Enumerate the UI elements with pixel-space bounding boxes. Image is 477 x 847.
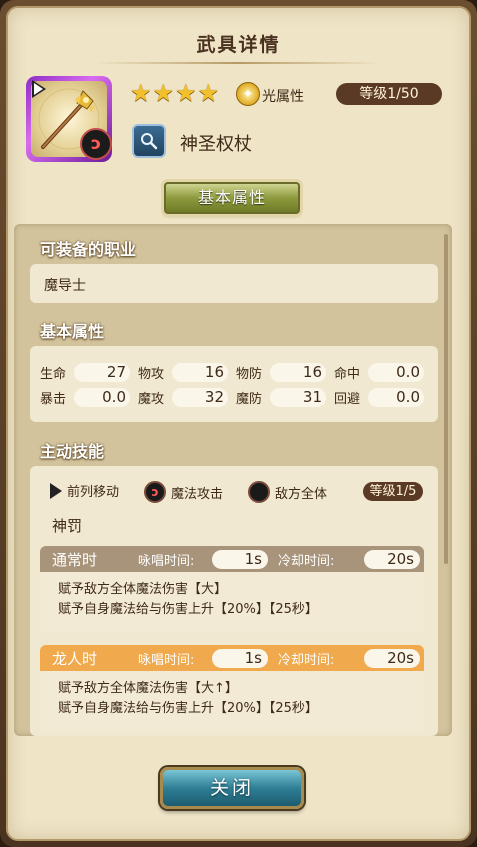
cast-time-label: 咏唱时间:	[138, 652, 195, 668]
skill-attack-label: 魔法攻击	[171, 486, 224, 502]
section-heading-stats: 基本属性	[40, 322, 105, 341]
title-divider	[96, 62, 381, 64]
move-front-icon	[50, 482, 62, 499]
job-box	[30, 264, 438, 303]
skill-move: 前列移动	[50, 481, 119, 500]
stat-label: 魔攻	[138, 392, 165, 407]
stats-box	[30, 346, 438, 422]
star-icon: ★	[197, 79, 220, 107]
all-enemies-icon: ●	[248, 481, 270, 503]
stat-value: 0.0	[368, 388, 424, 407]
close-button[interactable]: 关闭	[160, 767, 304, 809]
stat-value: 27	[74, 363, 130, 382]
description-line: 赋予敌方全体魔法伤害【大】	[58, 582, 228, 597]
magic-attack-icon: ↄ	[144, 481, 166, 503]
magic-element-icon: ↄ	[80, 128, 112, 160]
skill-card-header: 龙人时 咏唱时间: 1s 冷却时间: 20s	[40, 645, 424, 671]
skill-target-label: 敌方全体	[275, 486, 328, 502]
cooldown-value: 20s	[364, 648, 420, 668]
stat-label: 生命	[40, 367, 67, 382]
description-line: 赋予自身魔法给与伤害上升【20%】【25秒】	[58, 602, 318, 617]
rarity-play-icon	[32, 80, 46, 98]
dialog-title: 武具详情	[196, 34, 281, 56]
stats-row: 生命 27 物攻 16 物防 16 命中 0.0	[40, 363, 432, 382]
stat-label: 魔防	[236, 392, 263, 407]
skill-attack-type: ↄ 魔法攻击	[144, 481, 223, 503]
stat-label: 物攻	[138, 367, 165, 382]
stat-value: 31	[270, 388, 326, 407]
stat-value: 0.0	[74, 388, 130, 407]
stat-label: 物防	[236, 367, 263, 382]
mage-class-icon	[132, 124, 166, 158]
mode-label: 龙人时	[52, 649, 98, 668]
cast-time-value: 1s	[212, 549, 268, 569]
panel-scrollbar[interactable]	[444, 234, 448, 564]
star-icon: ★	[152, 79, 175, 107]
section-heading-job: 可装备的职业	[40, 240, 137, 259]
weapon-level-badge: 等级1/50	[336, 83, 442, 105]
description-line: 赋予自身魔法给与伤害上升【20%】【25秒】	[58, 701, 318, 716]
skill-move-label: 前列移动	[67, 485, 120, 500]
mode-label: 通常时	[52, 550, 98, 569]
stat-value: 16	[172, 363, 228, 382]
skill-level-badge: 等级1/5	[363, 482, 423, 501]
star-icon: ★	[175, 79, 197, 107]
skill-description: 赋予敌方全体魔法伤害【大】 赋予自身魔法给与伤害上升【20%】【25秒】	[40, 572, 424, 620]
stat-value: 32	[172, 388, 228, 407]
stat-value: 16	[270, 363, 326, 382]
tab-basic-attributes[interactable]: 基本属性	[164, 182, 300, 214]
skill-target: ● 敌方全体	[248, 481, 327, 503]
job-value: 魔导士	[44, 278, 86, 294]
stat-label: 回避	[334, 392, 361, 407]
skill-name: 神罚	[52, 517, 83, 535]
stats-row: 暴击 0.0 魔攻 32 魔防 31 回避 0.0	[40, 388, 432, 407]
skill-card-dragon: 龙人时 咏唱时间: 1s 冷却时间: 20s 赋予敌方全体魔法伤害【大↑】 赋予…	[40, 645, 424, 731]
weapon-name: 神圣权杖	[180, 134, 252, 155]
magnifier-staff-icon	[141, 133, 158, 150]
skill-description: 赋予敌方全体魔法伤害【大↑】 赋予自身魔法给与伤害上升【20%】【25秒】	[40, 671, 424, 719]
cast-time-value: 1s	[212, 648, 268, 668]
stat-value: 0.0	[368, 363, 424, 382]
attribute-label: 光属性	[262, 89, 304, 105]
stat-label: 命中	[334, 367, 361, 382]
cooldown-value: 20s	[364, 549, 420, 569]
star-icon: ★	[130, 79, 152, 107]
cast-time-label: 咏唱时间:	[138, 553, 195, 569]
light-attribute-icon: ✦	[236, 82, 260, 106]
cooldown-label: 冷却时间:	[278, 652, 335, 668]
description-line: 赋予敌方全体魔法伤害【大↑】	[58, 681, 238, 696]
skill-card-normal: 通常时 咏唱时间: 1s 冷却时间: 20s 赋予敌方全体魔法伤害【大】 赋予自…	[40, 546, 424, 632]
section-heading-skill: 主动技能	[40, 442, 105, 461]
skill-card-header: 通常时 咏唱时间: 1s 冷却时间: 20s	[40, 546, 424, 572]
star-rating: ★ ★ ★ ★	[130, 80, 219, 106]
stat-label: 暴击	[40, 392, 67, 407]
cooldown-label: 冷却时间:	[278, 553, 335, 569]
